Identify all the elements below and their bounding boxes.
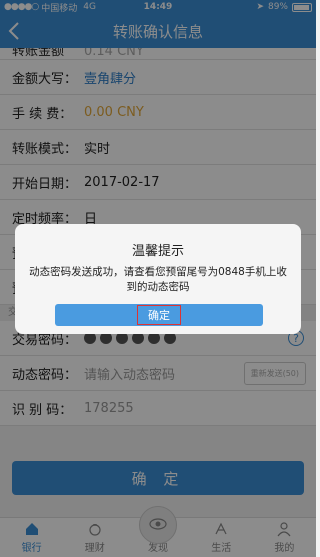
alert-dialog: 温馨提示 动态密码发送成功，请查看您预留尾号为0848手机上收到的动态密码 确定 bbox=[15, 224, 301, 334]
dialog-confirm-button[interactable]: 确定 bbox=[55, 304, 263, 326]
dialog-confirm-label: 确定 bbox=[137, 305, 181, 325]
dialog-title: 温馨提示 bbox=[131, 244, 184, 259]
dialog-message: 动态密码发送成功，请查看您预留尾号为0848手机上收到的动态密码 bbox=[29, 266, 287, 293]
